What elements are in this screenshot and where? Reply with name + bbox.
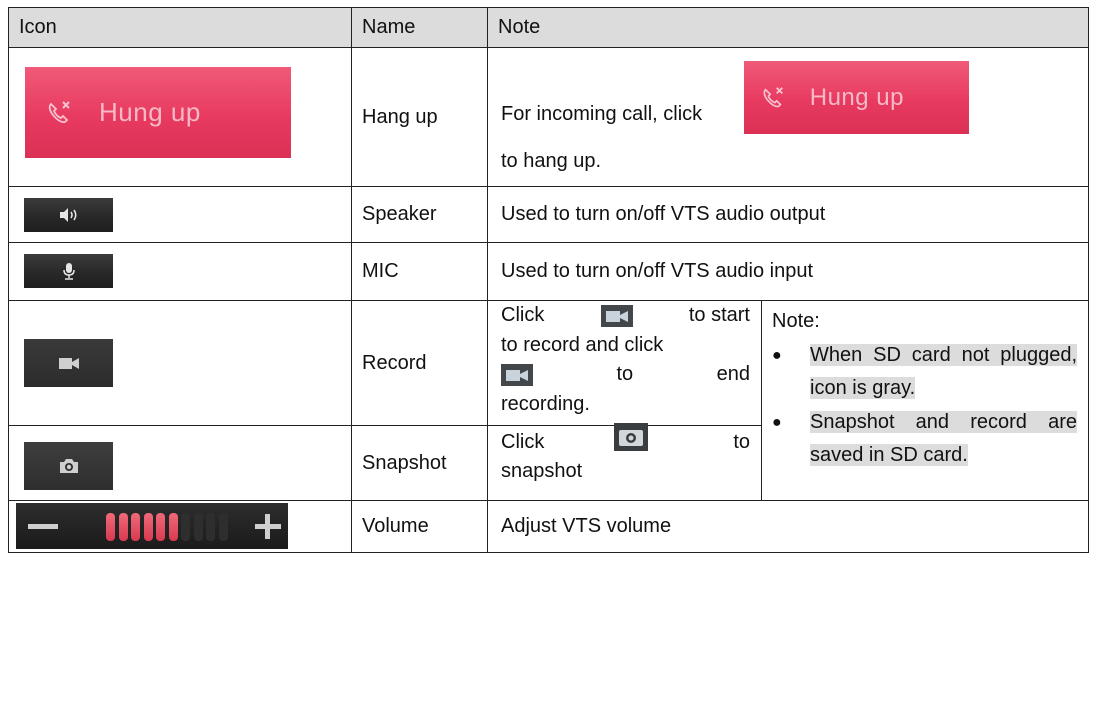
hang-up-button[interactable]: Hung up bbox=[25, 67, 291, 158]
note-snapshot: Click to snapshot bbox=[487, 423, 762, 501]
volume-segment bbox=[206, 513, 215, 541]
icon-cell-mic bbox=[8, 242, 352, 301]
side-note-bullet-1-text: When SD card not plugged, icon is gray. bbox=[810, 343, 1077, 399]
header-row: Icon Name Note bbox=[8, 7, 1089, 48]
side-note-bullet-2-text: Snapshot and record are saved in SD card… bbox=[810, 410, 1077, 466]
note-record-text-5: end bbox=[716, 363, 750, 385]
plus-icon-vertical bbox=[265, 514, 270, 539]
speaker-icon bbox=[59, 208, 77, 222]
mic-button[interactable] bbox=[24, 254, 113, 288]
video-camera-icon bbox=[58, 358, 79, 369]
note-mic: Used to turn on/off VTS audio input bbox=[487, 242, 1089, 301]
side-note-bullet-2: ● Snapshot and record are saved in SD ca… bbox=[772, 406, 1077, 473]
speaker-button[interactable] bbox=[24, 198, 113, 232]
bullet-icon: ● bbox=[772, 413, 782, 431]
icon-cell-speaker bbox=[8, 186, 352, 243]
header-note: Note bbox=[487, 7, 1089, 48]
volume-segment bbox=[131, 513, 140, 541]
video-camera-icon bbox=[600, 304, 633, 327]
video-camera-icon bbox=[501, 363, 533, 386]
name-record: Record bbox=[351, 300, 488, 426]
name-snapshot: Snapshot bbox=[351, 425, 488, 501]
icon-cell-volume bbox=[8, 500, 352, 553]
hang-up-label: Hung up bbox=[99, 97, 201, 127]
table-row-hangup: Hung up Hang up For incoming call, click… bbox=[8, 47, 1089, 187]
table-row-record: Record Click to start to record and clic… bbox=[8, 300, 1089, 501]
table-row-mic: MIC Used to turn on/off VTS audio input bbox=[8, 242, 1089, 301]
snapshot-button[interactable] bbox=[24, 442, 113, 490]
volume-segment bbox=[106, 513, 115, 541]
note-record-text-1: Click bbox=[501, 304, 545, 326]
note-record-text-6: recording. bbox=[501, 392, 590, 415]
note-hangup: For incoming call, click Hung up to hang… bbox=[487, 47, 1089, 187]
volume-segment bbox=[143, 513, 153, 541]
volume-slider[interactable] bbox=[16, 503, 288, 549]
name-volume: Volume bbox=[351, 500, 488, 553]
minus-icon[interactable] bbox=[28, 524, 58, 529]
phone-hangup-icon bbox=[763, 86, 783, 108]
icon-cell-hangup: Hung up bbox=[8, 47, 352, 187]
header-icon: Icon bbox=[8, 7, 352, 48]
note-snapshot-text-2: to bbox=[733, 431, 750, 453]
hang-up-inline-label: Hung up bbox=[809, 83, 904, 111]
icon-cell-snapshot bbox=[8, 425, 352, 501]
volume-segment bbox=[193, 513, 203, 541]
camera-icon bbox=[613, 423, 648, 451]
table-row-speaker: Speaker Used to turn on/off VTS audio ou… bbox=[8, 186, 1089, 243]
side-note-title: Note: bbox=[772, 310, 820, 332]
icon-cell-record bbox=[8, 300, 352, 426]
note-hangup-text-1: For incoming call, click bbox=[501, 102, 703, 125]
camera-icon bbox=[59, 459, 78, 473]
bullet-icon: ● bbox=[772, 346, 782, 364]
volume-segment bbox=[181, 513, 190, 541]
volume-segment bbox=[156, 513, 165, 541]
name-mic: MIC bbox=[351, 242, 488, 301]
note-speaker: Used to turn on/off VTS audio output bbox=[487, 186, 1089, 243]
hang-up-inline-button: Hung up bbox=[743, 61, 969, 135]
note-record-text-4: to bbox=[616, 363, 634, 385]
note-record-text-2: to start bbox=[688, 304, 750, 326]
header-name: Name bbox=[351, 7, 488, 48]
volume-segment bbox=[168, 513, 178, 541]
note-volume: Adjust VTS volume bbox=[487, 500, 1089, 553]
note-snapshot-text-1: Click bbox=[501, 431, 545, 453]
icon-table: Icon Name Note Hung up Hang up For incom… bbox=[8, 7, 1089, 553]
name-speaker: Speaker bbox=[351, 186, 488, 243]
note-hangup-text-2: to hang up. bbox=[501, 150, 602, 172]
name-hangup: Hang up bbox=[351, 47, 488, 187]
note-record-text-3: to record and click bbox=[501, 333, 664, 356]
note-snapshot-text-3: snapshot bbox=[501, 460, 583, 482]
table-row-volume: Volume Adjust VTS volume bbox=[8, 500, 1089, 553]
volume-segment bbox=[218, 513, 228, 541]
phone-hangup-icon bbox=[48, 100, 70, 123]
note-record: Click to start to record and click to en… bbox=[487, 300, 762, 426]
record-button[interactable] bbox=[24, 339, 113, 387]
side-note: Note: ● When SD card not plugged, icon i… bbox=[761, 300, 1089, 501]
volume-segment bbox=[118, 513, 128, 541]
microphone-icon bbox=[62, 263, 75, 280]
side-note-bullet-1: ● When SD card not plugged, icon is gray… bbox=[772, 339, 1077, 406]
